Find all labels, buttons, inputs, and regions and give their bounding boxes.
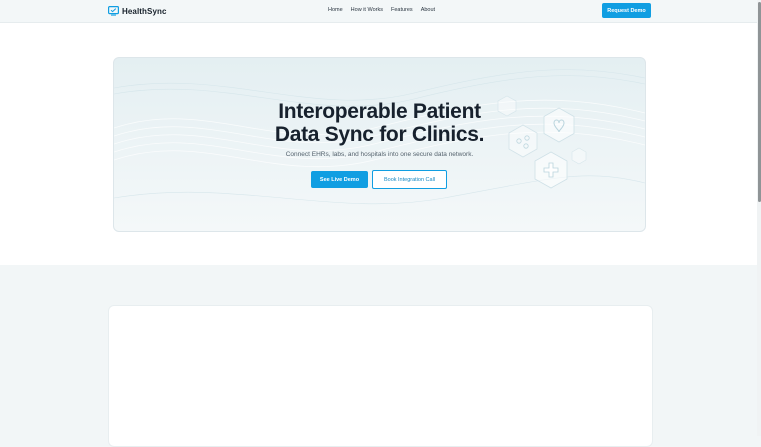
book-integration-call-button[interactable]: Book Integration Call [372, 170, 447, 189]
content-card [108, 305, 653, 447]
request-demo-button[interactable]: Request Demo [602, 3, 651, 18]
brand-name: HealthSync [122, 6, 167, 16]
hero-section: Interoperable Patient Data Sync for Clin… [0, 23, 757, 265]
brand-logo[interactable]: HealthSync [108, 5, 167, 17]
page-scrollbar[interactable] [757, 0, 761, 436]
hero-title: Interoperable Patient Data Sync for Clin… [114, 100, 645, 146]
hero-card: Interoperable Patient Data Sync for Clin… [113, 57, 646, 232]
hero-subtitle: Connect EHRs, labs, and hospitals into o… [285, 151, 474, 158]
hero-title-line-2: Data Sync for Clinics. [274, 123, 485, 146]
nav-features[interactable]: Features [391, 7, 413, 13]
monitor-icon [108, 6, 119, 16]
see-live-demo-button[interactable]: See Live Demo [311, 171, 368, 188]
site-header: HealthSync Home How it Works Features Ab… [0, 0, 757, 23]
main-nav: Home How it Works Features About [328, 7, 435, 13]
nav-about[interactable]: About [421, 7, 435, 13]
hero-title-line-1: Interoperable Patient [278, 100, 481, 123]
nav-how-it-works[interactable]: How it Works [351, 7, 383, 13]
nav-home[interactable]: Home [328, 7, 343, 13]
